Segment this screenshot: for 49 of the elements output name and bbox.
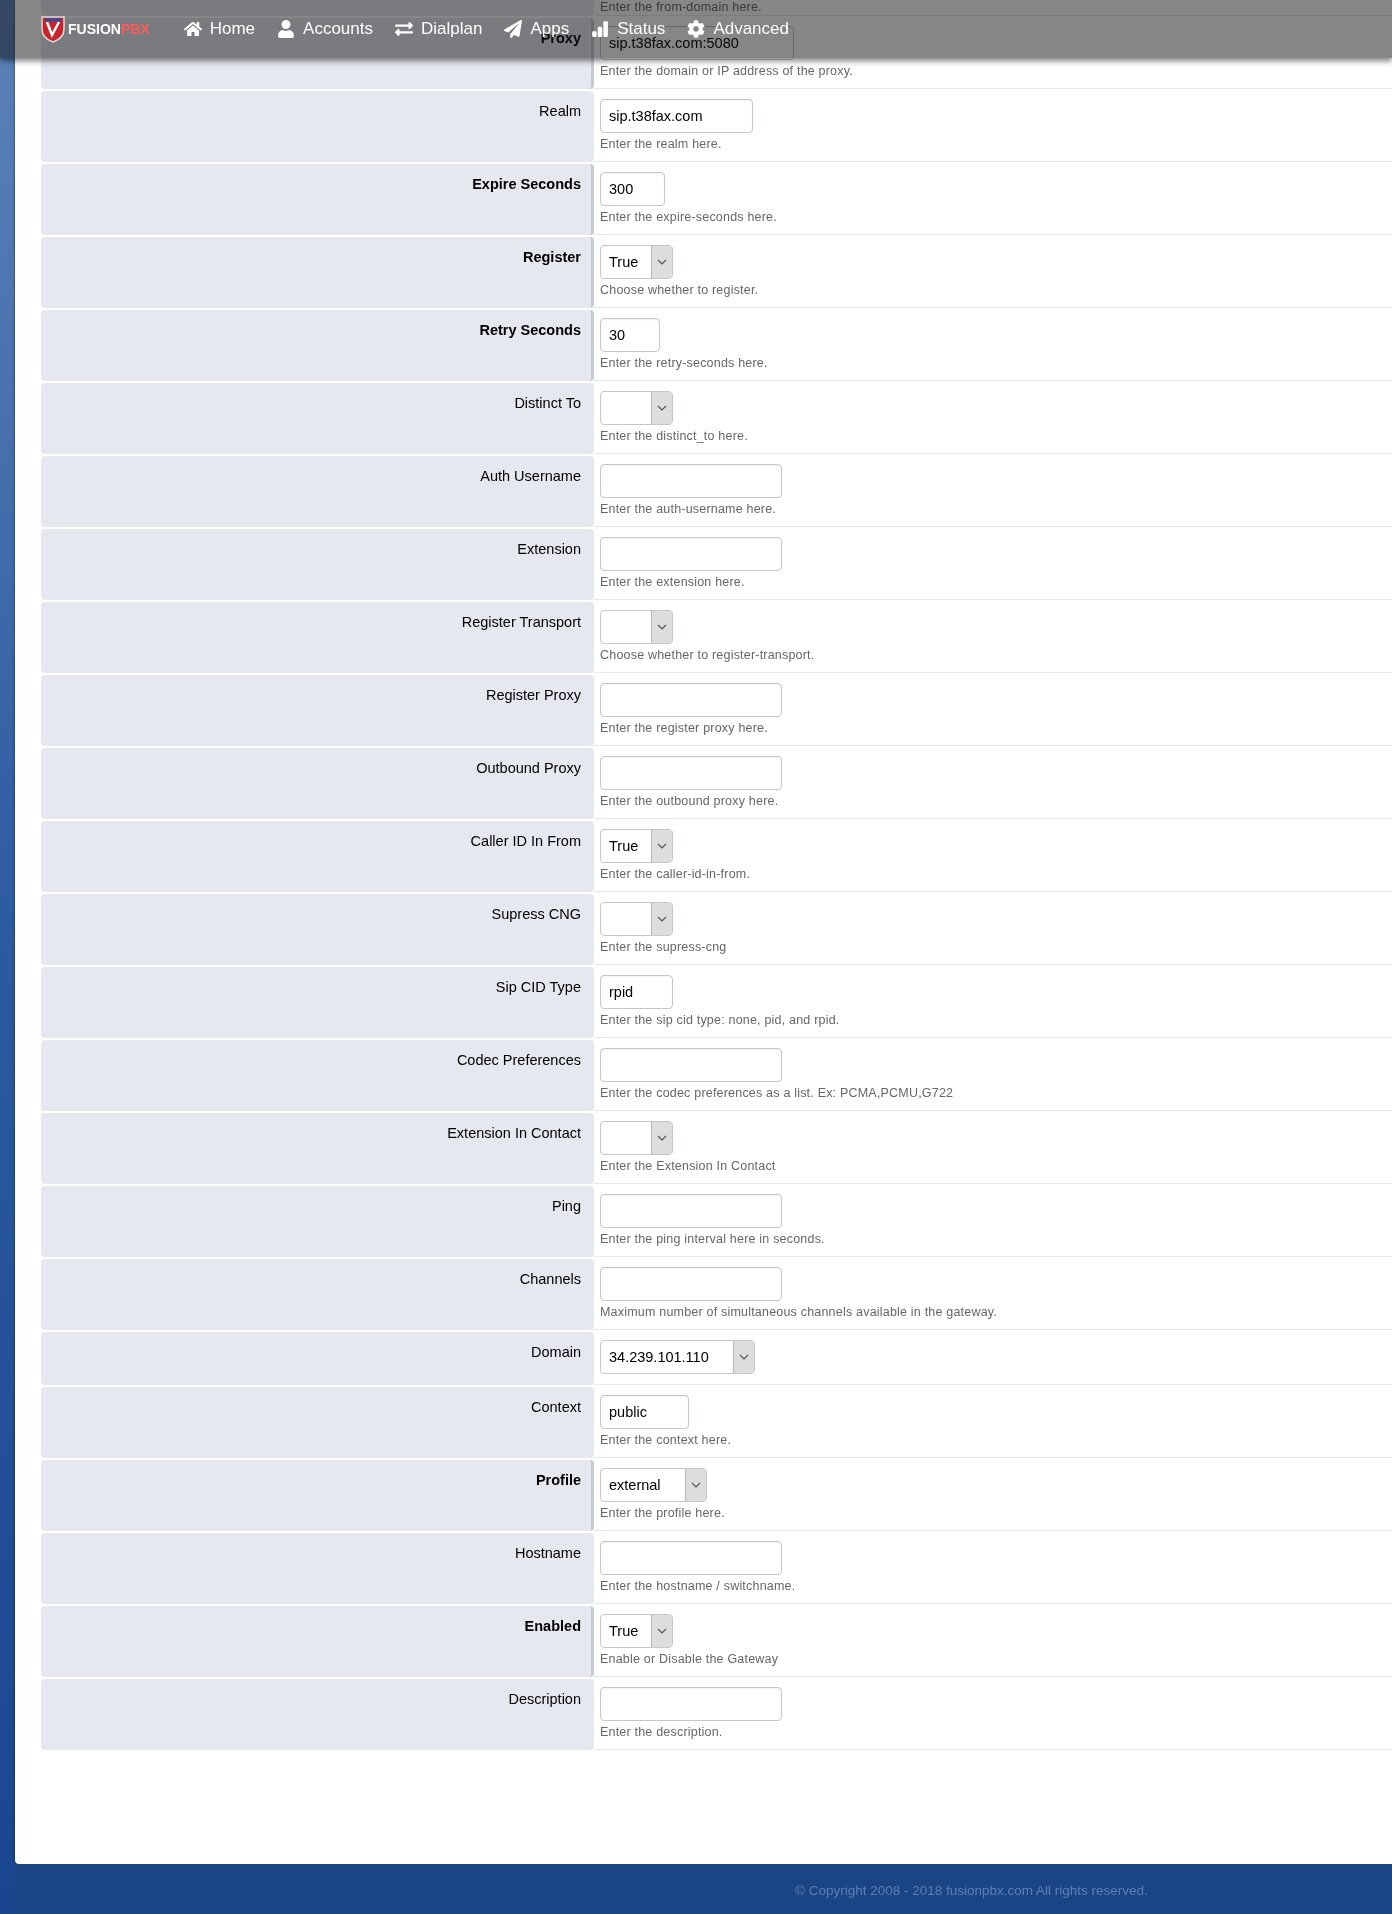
help-text: Enter the hostname / switchname. [600, 1579, 796, 1593]
help-text: Enter the context here. [600, 1433, 732, 1447]
help-text: Enter the expire-seconds here. [600, 210, 777, 224]
field-label: Register Proxy [41, 675, 594, 746]
copyright-text: © Copyright 2008 - 2018 fusionpbx.com All rights reserved. [795, 1882, 1148, 1898]
help-text: Enter the from-domain here. [600, 0, 762, 14]
field-label: Outbound Proxy [41, 748, 594, 819]
help-text: Enter the description. [600, 1725, 723, 1739]
field-label: Description [41, 1679, 594, 1750]
field-label: Supress CNG [41, 894, 594, 965]
field-label: Retry Seconds [41, 310, 594, 381]
field-label: Ping [41, 1186, 594, 1257]
field-label: Enabled [41, 1606, 594, 1677]
help-text: Enter the retry-seconds here. [600, 356, 768, 370]
logo-text: FUSIONPBX [68, 21, 150, 37]
field-label: Realm [41, 91, 594, 162]
field-label: Channels [41, 1259, 594, 1330]
help-text: Enter the sip cid type: none, pid, and rpid. [600, 1013, 840, 1027]
field-label: Auth Username [41, 456, 594, 527]
help-text: Enter the register proxy here. [600, 721, 768, 735]
field-label: Extension [41, 529, 594, 600]
help-text: Enter the extension here. [600, 575, 745, 589]
help-text: Enter the outbound proxy here. [600, 794, 779, 808]
help-text: Enter the realm here. [600, 137, 722, 151]
help-text: Enter the supress-cng [600, 940, 727, 954]
help-text: Enter the Extension In Contact [600, 1159, 776, 1173]
field-label: Codec Preferences [41, 1040, 594, 1111]
field-label: Sip CID Type [41, 967, 594, 1038]
help-text: Enable or Disable the Gateway [600, 1652, 779, 1666]
field-label: Register [41, 237, 594, 308]
help-text: Enter the caller-id-in-from. [600, 867, 751, 881]
field-label: Context [41, 1387, 594, 1458]
help-text: Enter the distinct_to here. [600, 429, 748, 443]
help-text: Enter the codec preferences as a list. Ex: PCMA,PCMU,G722 [600, 1086, 954, 1100]
field-label: Register Transport [41, 602, 594, 673]
field-label: Extension In Contact [41, 1113, 594, 1184]
help-text: Enter the auth-username here. [600, 502, 777, 516]
field-label: Profile [41, 1460, 594, 1531]
field-label: Hostname [41, 1533, 594, 1604]
field-label: Domain [41, 1332, 594, 1385]
help-text: Enter the ping interval here in seconds. [600, 1232, 825, 1246]
help-text: Enter the profile here. [600, 1506, 725, 1520]
field-label: Caller ID In From [41, 821, 594, 892]
help-text: Enter the domain or IP address of the proxy. [600, 64, 853, 78]
field-label: Distinct To [41, 383, 594, 454]
help-text: Maximum number of simultaneous channels available in the gateway. [600, 1305, 997, 1319]
help-text: Choose whether to register. [600, 283, 759, 297]
help-text: Choose whether to register-transport. [600, 648, 815, 662]
field-label: Expire Seconds [41, 164, 594, 235]
